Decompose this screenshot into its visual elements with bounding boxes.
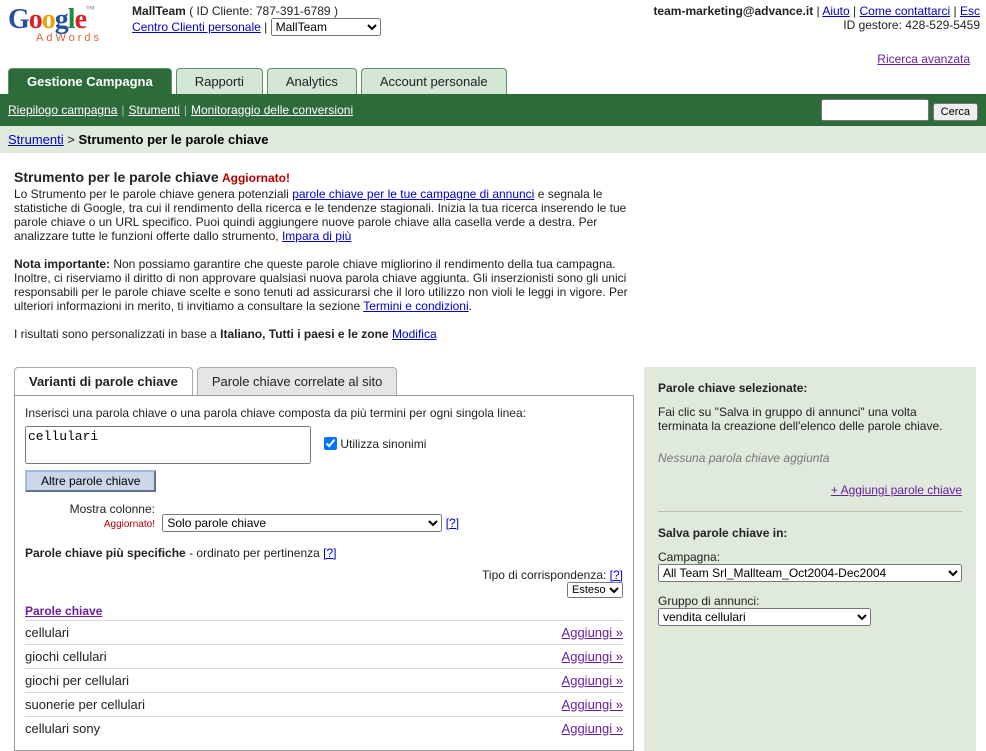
more-keywords-button[interactable]: Altre parole chiave [25,470,156,492]
page-title: Strumento per le parole chiave [14,169,219,185]
modify-link[interactable]: Modifica [392,327,437,341]
account-info: MallTeam ( ID Cliente: 787-391-6789 ) Ce… [132,4,653,36]
specific-heading: Parole chiave più specifiche [25,546,186,560]
form-intro: Inserisci una parola chiave o una parola… [25,406,623,420]
terms-link[interactable]: Termini e condizioni [363,299,468,313]
header-right: team-marketing@advance.it | Aiuto | Come… [653,4,980,32]
table-row: giochi per cellulari Aggiungi » [25,669,623,693]
add-keyword-link[interactable]: Aggiungi » [562,673,623,688]
table-row: suonerie per cellulari Aggiungi » [25,693,623,717]
exit-link[interactable]: Esc [960,4,980,18]
add-keywords-link[interactable]: + Aggiungi parole chiave [831,483,962,497]
subnav-conversions[interactable]: Monitoraggio delle conversioni [191,103,353,117]
content: Strumento per le parole chiave Aggiornat… [0,153,668,349]
client-id: ( ID Cliente: 787-391-6789 ) [189,4,338,18]
show-columns-select[interactable]: Solo parole chiave [162,514,442,532]
help-icon[interactable]: [?] [323,546,336,560]
personalization-scope: Italiano, Tutti i paesi e le zone [220,327,388,341]
adgroup-label: Gruppo di annunci: [658,594,962,608]
match-label: Tipo di corrispondenza: [482,568,610,582]
use-synonyms-checkbox[interactable] [324,437,337,450]
breadcrumb: Strumenti > Strumento per le parole chia… [0,126,986,153]
keyword-cell: suonerie per cellulari [25,693,420,717]
no-keywords-msg: Nessuna parola chiave aggiunta [658,451,962,465]
crumb-current: Strumento per le parole chiave [78,132,268,147]
help-link[interactable]: Aiuto [822,4,849,18]
tab-analytics[interactable]: Analytics [267,68,357,94]
account-email: team-marketing@advance.it [653,4,813,18]
keyword-cell: giochi cellulari [25,645,420,669]
add-keyword-link[interactable]: Aggiungi » [562,697,623,712]
advanced-search-link[interactable]: Ricerca avanzata [877,52,970,66]
table-row: giochi cellulari Aggiungi » [25,645,623,669]
help-icon[interactable]: [?] [446,516,459,530]
keywords-table: cellulari Aggiungi » giochi cellulari Aggiu… [25,620,623,740]
help-icon[interactable]: [?] [610,568,623,582]
keyword-cell: cellulari [25,621,420,645]
inner-tab-related[interactable]: Parole chiave correlate al sito [197,367,398,395]
search-input[interactable] [821,99,929,121]
add-keyword-link[interactable]: Aggiungi » [562,649,623,664]
main-tabs: Gestione Campagna Rapporti Analytics Acc… [0,68,986,94]
add-keyword-link[interactable]: Aggiungi » [562,625,623,640]
match-type-select[interactable]: Esteso [567,582,623,598]
keyword-cell: cellulari sony [25,717,420,741]
note-label: Nota importante: [14,257,110,271]
use-synonyms-label: Utilizza sinonimi [340,437,426,451]
logo-subtext: AdWords [36,32,102,44]
manager-id: ID gestore: 428-529-5459 [653,18,980,32]
search-button[interactable] [933,103,978,121]
updated-badge: Aggiornato! [222,171,290,185]
adgroup-select[interactable]: vendita cellulari [658,608,871,626]
show-cols-label: Mostra colonne: [70,502,155,516]
selected-tip: Fai clic su "Salva in gruppo di annunci"… [658,405,962,433]
inner-tab-variants[interactable]: Varianti di parole chiave [14,367,193,395]
campaign-select[interactable]: All Team Srl_Mallteam_Oct2004-Dec2004 [658,564,962,582]
side-panel: Parole chiave selezionate: Fai clic su "… [644,367,976,751]
personal-center-link[interactable]: Centro Clienti personale [132,20,261,34]
table-row: cellulari sony Aggiungi » [25,717,623,741]
contact-link[interactable]: Come contattarci [859,4,950,18]
campaign-label: Campagna: [658,550,962,564]
tab-account[interactable]: Account personale [361,68,507,94]
learn-more-link[interactable]: Impara di più [282,229,351,243]
tab-campaign[interactable]: Gestione Campagna [8,68,172,94]
account-switcher[interactable]: MallTeam [271,18,381,36]
sub-nav: Riepilogo campagna| Strumenti| Monitorag… [0,94,986,126]
subnav-summary[interactable]: Riepilogo campagna [8,103,117,117]
save-title: Salva parole chiave in: [658,526,962,540]
account-name: MallTeam [132,4,186,18]
keyword-cell: giochi per cellulari [25,669,420,693]
inner-tabs: Varianti di parole chiave Parole chiave … [14,367,634,395]
selected-title: Parole chiave selezionate: [658,381,962,395]
intro-link[interactable]: parole chiave per le tue campagne di ann… [292,187,534,201]
keywords-column-header[interactable]: Parole chiave [25,604,102,618]
keyword-textarea[interactable]: cellulari [25,426,311,464]
keyword-panel: Inserisci una parola chiave o una parola… [14,395,634,751]
add-keyword-link[interactable]: Aggiungi » [562,721,623,736]
header-bar: Google™ AdWords MallTeam ( ID Cliente: 7… [0,0,986,50]
logo: Google™ AdWords [8,4,102,44]
table-row: cellulari Aggiungi » [25,621,623,645]
tab-reports[interactable]: Rapporti [176,68,263,94]
subnav-tools[interactable]: Strumenti [129,103,180,117]
crumb-tools[interactable]: Strumenti [8,132,64,147]
